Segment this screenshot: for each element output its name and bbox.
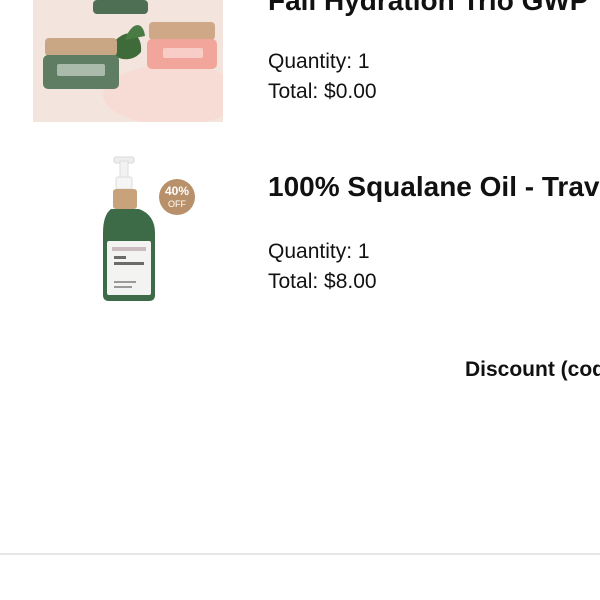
product-title[interactable]: 100% Squalane Oil - Travel (268, 171, 600, 203)
bottle-illustration: 40% OFF (103, 156, 195, 301)
badge-line1: 40% (165, 184, 189, 198)
product-image-bottle[interactable]: 40% OFF (33, 155, 223, 305)
badge-line2: OFF (168, 199, 186, 209)
total-text: Total: $8.00 (268, 270, 377, 293)
quantity-text: Quantity: 1 (268, 50, 370, 73)
divider (0, 553, 600, 555)
discount-label: Discount (code) (465, 358, 600, 381)
quantity-text: Quantity: 1 (268, 240, 370, 263)
jars-illustration (33, 0, 223, 122)
total-text: Total: $0.00 (268, 80, 377, 103)
product-image-jars[interactable] (33, 0, 223, 122)
product-title[interactable]: Fall Hydration Trio GWP (268, 0, 588, 17)
